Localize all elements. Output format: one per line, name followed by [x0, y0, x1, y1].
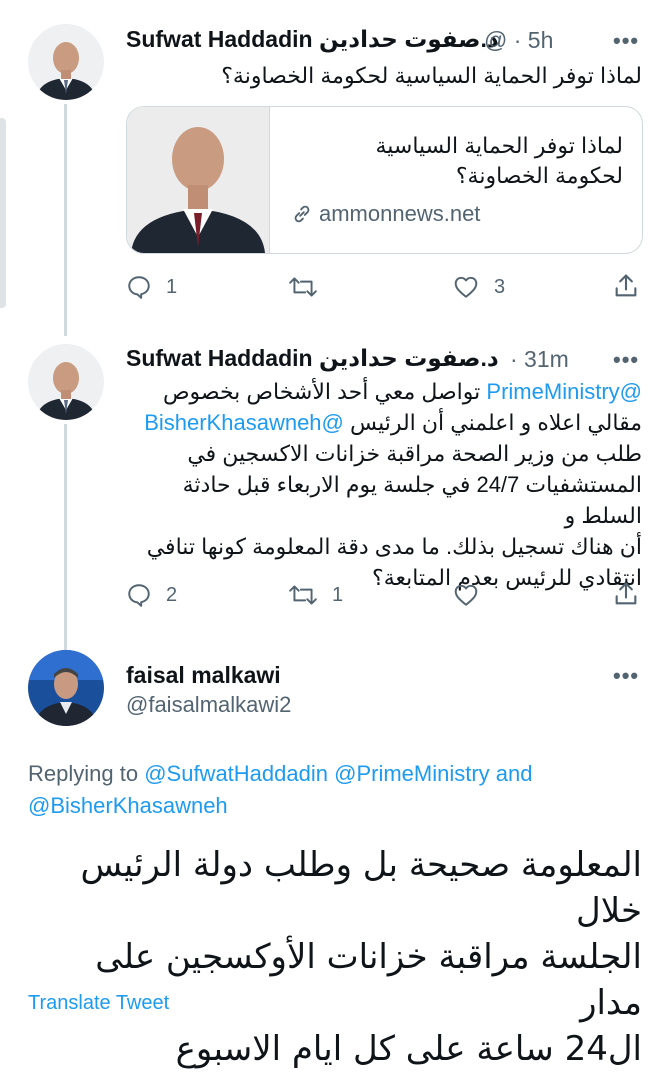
retweet-icon: [289, 277, 317, 297]
card-title-line: لماذا توفر الحماية السياسية: [375, 133, 623, 158]
retweet-count: 1: [332, 583, 344, 606]
card-title-line: لحكومة الخصاونة؟: [455, 163, 623, 188]
author-name[interactable]: faisal malkawi: [126, 662, 281, 689]
link-card[interactable]: لماذا توفر الحماية السياسية لحكومة الخصا…: [126, 106, 643, 254]
card-thumbnail: [127, 107, 270, 253]
replying-to-label: Replying to: [28, 761, 139, 786]
tweet-line: طلب من وزير الصحة مراقبة خزانات الاكسجين…: [187, 441, 642, 466]
card-domain-text: ammonnews.net: [319, 201, 481, 226]
more-options-icon[interactable]: •••: [613, 28, 639, 54]
link-icon: [294, 205, 310, 223]
like-button[interactable]: [452, 582, 494, 608]
card-domain: ammonnews.net: [291, 201, 480, 227]
tweet-line: المستشفيات 24/7 في جلسة يوم الاربعاء قبل…: [182, 472, 642, 528]
author-handle[interactable]: @faisalmalkawi2: [126, 692, 291, 718]
avatar[interactable]: [28, 344, 104, 420]
share-icon: [615, 582, 637, 605]
retweet-button[interactable]: [288, 274, 332, 300]
reply-button[interactable]: 1: [126, 274, 177, 300]
mention-link[interactable]: @BisherKhasawneh: [144, 410, 344, 435]
retweet-button[interactable]: 1: [288, 582, 343, 608]
thread-line: [64, 104, 67, 336]
retweet-icon: [289, 585, 317, 605]
author-name[interactable]: Sufwat Haddadin د.صفوت حدادين: [126, 345, 499, 372]
reply-line: المعلومة صحيحة بل وطلب دولة الرئيس خلال: [80, 845, 642, 931]
reply-line: ال24 ساعة على كل ايام الاسبوع: [175, 1029, 642, 1069]
tweet-text: @PrimeMinistry تواصل معي أحد الأشخاص بخص…: [126, 376, 642, 593]
avatar[interactable]: [28, 650, 104, 726]
mention-link[interactable]: @PrimeMinistry: [486, 379, 642, 404]
reply-icon: [128, 276, 150, 299]
like-icon: [454, 276, 478, 298]
reply-text: المعلومة صحيحة بل وطلب دولة الرئيس خلال …: [28, 842, 642, 1072]
mention-link[interactable]: @PrimeMinistry: [334, 761, 490, 786]
mention-link[interactable]: @SufwatHaddadin: [144, 761, 328, 786]
tweet-text: لماذا توفر الحماية السياسية لحكومة الخصا…: [221, 63, 642, 88]
share-button[interactable]: [612, 272, 654, 300]
tweet-meta[interactable]: · 31m: [510, 346, 569, 373]
mention-link[interactable]: @BisherKhasawneh: [28, 793, 228, 818]
reply-button[interactable]: 2: [126, 582, 177, 608]
avatar[interactable]: [28, 24, 104, 100]
reply-icon: [128, 584, 150, 607]
tweet-line: أن هناك تسجيل بذلك. ما مدى دقة المعلومة …: [146, 534, 642, 559]
like-count: 3: [494, 275, 506, 298]
author-name[interactable]: Sufwat Haddadin د.صفوت حدادين: [126, 26, 499, 53]
tweet-text-part: تواصل معي أحد الأشخاص بخصوص: [162, 379, 481, 404]
replying-to: Replying to @SufwatHaddadin @PrimeMinist…: [28, 758, 648, 822]
reply-count: 2: [166, 583, 178, 606]
share-icon: [615, 274, 637, 297]
like-button[interactable]: 3: [452, 274, 505, 300]
tweet-text-part: مقالي اعلاه و اعلمني أن الرئيس: [350, 410, 642, 435]
more-options-icon[interactable]: •••: [613, 347, 639, 373]
more-options-icon[interactable]: •••: [613, 663, 639, 689]
and-link[interactable]: and: [496, 761, 533, 786]
tweet-meta[interactable]: @ · 5h: [484, 27, 553, 54]
translate-tweet-link[interactable]: Translate Tweet: [28, 992, 169, 1015]
like-icon: [454, 584, 478, 606]
share-button[interactable]: [612, 580, 654, 608]
thread-line: [64, 424, 67, 650]
reply-count: 1: [166, 275, 178, 298]
tweet-line: انتقادي للرئيس بعدم المتابعة؟: [372, 565, 642, 590]
scroll-edge: [0, 118, 6, 308]
